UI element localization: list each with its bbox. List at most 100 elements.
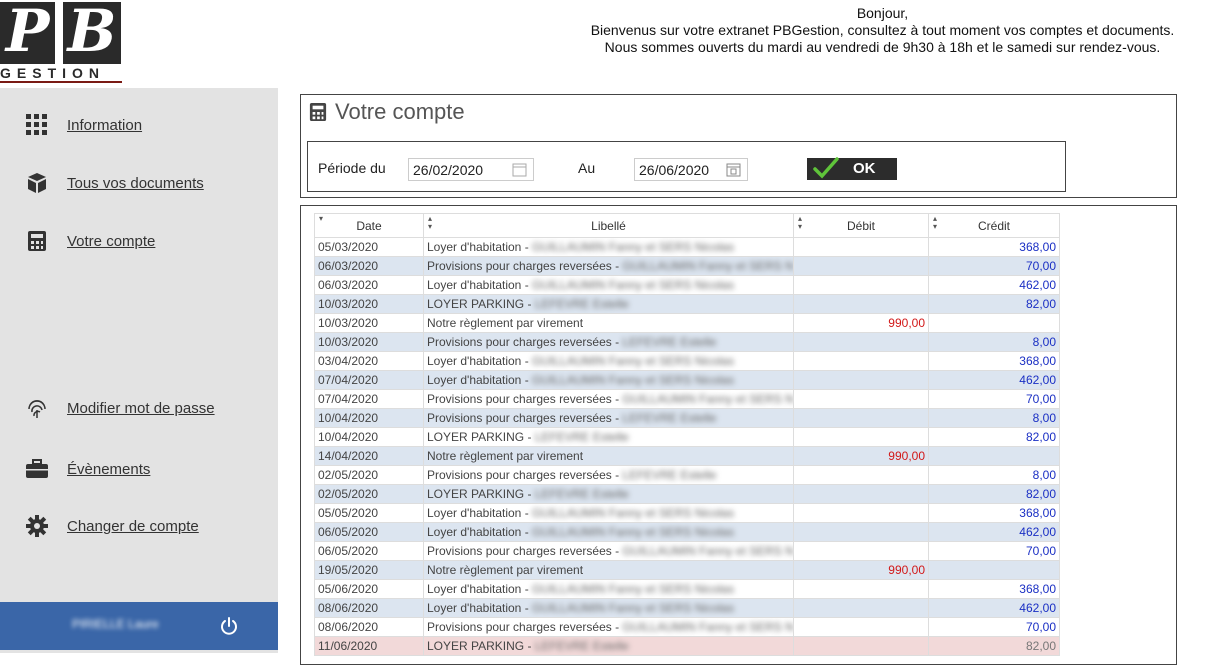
cell-libelle: Loyer d'habitation - GUILLAUMIN Fanny et… [423,503,794,523]
libelle-text: Loyer d'habitation - [427,525,533,539]
cell-date: 03/04/2020 [314,351,424,371]
cell-debit [793,275,929,295]
sort-icon: ▴ ▾ [798,214,803,231]
redacted-tenant-name: GUILLAUMIN Fanny et SERS Nicolas [532,601,735,615]
table-row[interactable]: 10/03/2020 Notre règlement par virement 99… [314,313,1060,333]
sidebar-item-label[interactable]: Évènements [67,461,150,478]
redacted-tenant-name: GUILLAUMIN Fanny et SERS N [622,259,794,273]
sidebar-item-documents[interactable]: Tous vos documents [0,166,278,200]
sidebar-item-evenements[interactable]: Évènements [0,452,278,486]
table-row[interactable]: 08/06/2020 Provisions pour charges revers… [314,617,1060,637]
sidebar-item-modifier-mot-de-passe[interactable]: Modifier mot de passe [0,391,278,425]
period-from-input[interactable]: 26/02/2020 [408,158,534,181]
cell-libelle: Notre règlement par virement [423,446,794,466]
sort-icon: ▴ ▾ [428,214,433,231]
cell-libelle: Loyer d'habitation - GUILLAUMIN Fanny et… [423,275,794,295]
table-row[interactable]: 05/05/2020 Loyer d'habitation - GUILLAUMI… [314,503,1060,523]
cell-debit [793,256,929,276]
cell-credit: 368,00 [928,237,1060,257]
table-row[interactable]: 10/04/2020 LOYER PARKING - LEFEVRE Estell… [314,427,1060,447]
table-row[interactable]: 06/03/2020 Provisions pour charges revers… [314,256,1060,276]
cell-date: 14/04/2020 [314,446,424,466]
libelle-text: Notre règlement par virement [427,316,584,330]
period-to-input[interactable]: 26/06/2020 [634,158,748,181]
sidebar-item-information[interactable]: Information [0,108,278,142]
welcome-line-1: Bonjour, [856,5,909,21]
libelle-text: Notre règlement par virement [427,563,584,577]
redacted-tenant-name: GUILLAUMIN Fanny et SERS Nicolas [532,525,735,539]
libelle-text: Provisions pour charges reversées - [427,620,623,634]
libelle-text: Loyer d'habitation - [427,278,533,292]
power-icon[interactable] [219,616,239,636]
cell-credit: 462,00 [928,522,1060,542]
cell-credit [928,560,1060,580]
period-filter: Période du 26/02/2020 Au 26/06/2020 OK [307,141,1066,192]
cell-credit: 368,00 [928,503,1060,523]
cell-debit [793,541,929,561]
welcome-line-2: Bienvenus sur votre extranet PBGestion, … [590,22,1175,38]
table-row[interactable]: 08/06/2020 Loyer d'habitation - GUILLAUMI… [314,598,1060,618]
libelle-text: LOYER PARKING - [427,430,535,444]
cell-date: 06/05/2020 [314,541,424,561]
cell-credit: 462,00 [928,275,1060,295]
cell-date: 10/03/2020 [314,294,424,314]
sidebar: Information Tous vos documents Votre com… [0,88,278,653]
cell-date: 10/03/2020 [314,313,424,333]
table-row[interactable]: 10/04/2020 Provisions pour charges revers… [314,408,1060,428]
column-header-credit[interactable]: ▴ ▾ Crédit [928,213,1060,238]
calendar-icon[interactable] [726,162,741,177]
table-row[interactable]: 05/03/2020 Loyer d'habitation - GUILLAUMI… [314,237,1060,257]
table-row[interactable]: 06/03/2020 Loyer d'habitation - GUILLAUMI… [314,275,1060,295]
table-row[interactable]: 06/05/2020 Loyer d'habitation - GUILLAUMI… [314,522,1060,542]
table-row[interactable]: 07/04/2020 Provisions pour charges revers… [314,389,1060,409]
redacted-tenant-name: LEFEVRE Estelle [534,639,629,653]
table-row[interactable]: 10/03/2020 LOYER PARKING - LEFEVRE Estell… [314,294,1060,314]
table-row[interactable]: 07/04/2020 Loyer d'habitation - GUILLAUMI… [314,370,1060,390]
cell-libelle: Loyer d'habitation - GUILLAUMIN Fanny et… [423,351,794,371]
redacted-tenant-name: LEFEVRE Estelle [534,430,629,444]
sidebar-item-label[interactable]: Information [67,117,142,134]
sort-icon: ▴ ▾ [933,214,938,231]
sidebar-item-votre-compte[interactable]: Votre compte [0,224,278,258]
sidebar-item-label[interactable]: Modifier mot de passe [67,400,215,417]
libelle-text: Provisions pour charges reversées - [427,335,623,349]
column-header-debit[interactable]: ▴ ▾ Débit [793,213,929,238]
cell-debit [793,427,929,447]
cell-credit: 8,00 [928,408,1060,428]
cell-libelle: Provisions pour charges reversées - LEFE… [423,465,794,485]
table-row[interactable]: 10/03/2020 Provisions pour charges revers… [314,332,1060,352]
redacted-tenant-name: GUILLAUMIN Fanny et SERS Nicolas [532,506,735,520]
user-name: PIRIELLE Laure [72,617,159,631]
fingerprint-icon [26,397,48,419]
pbgestion-logo[interactable]: P B GESTION [0,0,122,83]
sidebar-item-label[interactable]: Tous vos documents [67,175,204,192]
sidebar-item-label[interactable]: Changer de compte [67,518,199,535]
column-header-libelle[interactable]: ▴ ▾ Libellé [423,213,794,238]
cell-credit: 8,00 [928,332,1060,352]
sidebar-item-changer-de-compte[interactable]: Changer de compte [0,509,278,543]
calendar-icon[interactable] [512,162,527,177]
cell-debit [793,294,929,314]
redacted-tenant-name: GUILLAUMIN Fanny et SERS Nicolas [532,354,735,368]
table-row[interactable]: 05/06/2020 Loyer d'habitation - GUILLAUMI… [314,579,1060,599]
logo-p-box: P [0,0,55,64]
cell-date: 08/06/2020 [314,617,424,637]
column-header-date[interactable]: ▾ Date [314,213,424,238]
ok-button[interactable]: OK [807,157,897,180]
table-row[interactable]: 19/05/2020 Notre règlement par virement 99… [314,560,1060,580]
sidebar-item-label[interactable]: Votre compte [67,233,155,250]
table-row[interactable]: 14/04/2020 Notre règlement par virement 99… [314,446,1060,466]
cell-debit: 990,00 [793,313,929,333]
page-title-text: Votre compte [335,99,465,124]
table-row[interactable]: 02/05/2020 Provisions pour charges revers… [314,465,1060,485]
table-row[interactable]: 03/04/2020 Loyer d'habitation - GUILLAUMI… [314,351,1060,371]
logo-b-box: B [63,0,121,64]
cell-debit [793,503,929,523]
table-row[interactable]: 02/05/2020 LOYER PARKING - LEFEVRE Estell… [314,484,1060,504]
table-row[interactable]: 06/05/2020 Provisions pour charges revers… [314,541,1060,561]
grid-icon [26,114,48,136]
ok-button-label: OK [853,160,876,177]
redacted-tenant-name: GUILLAUMIN Fanny et SERS Nicolas [532,373,735,387]
libelle-text: Loyer d'habitation - [427,240,533,254]
cell-date: 08/06/2020 [314,598,424,618]
